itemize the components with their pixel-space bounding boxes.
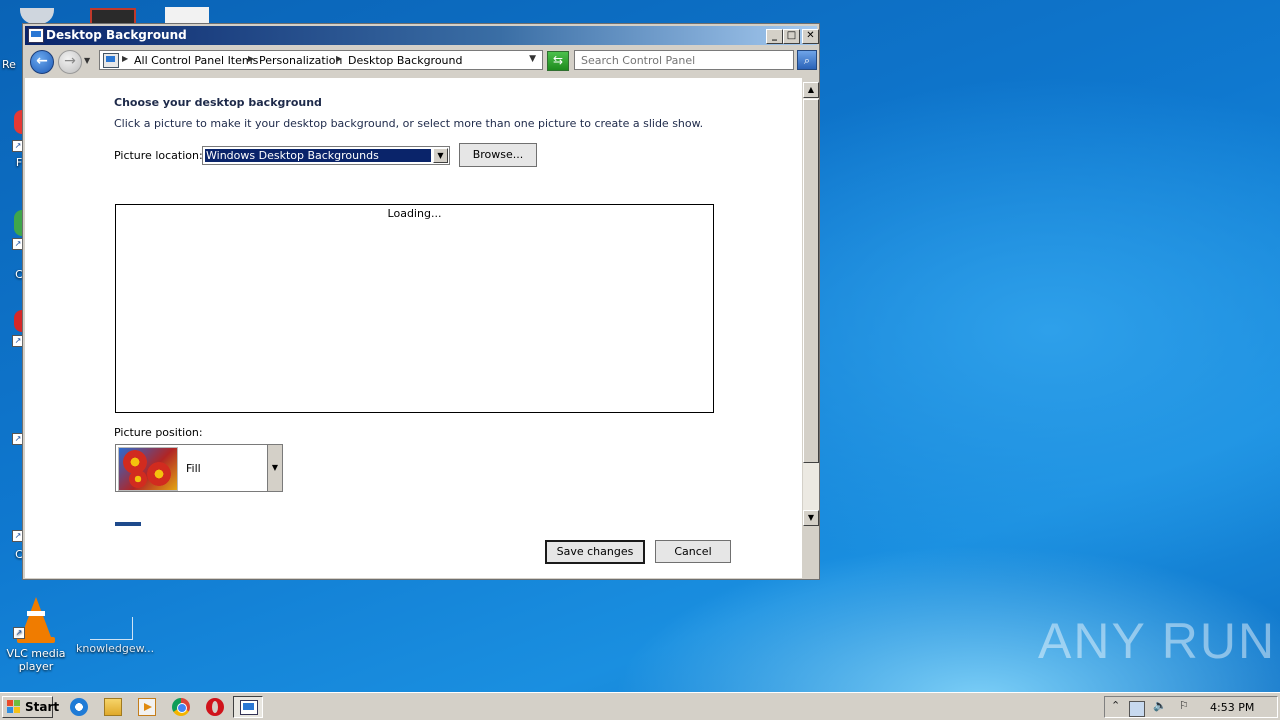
start-button[interactable]: Start: [2, 696, 59, 718]
desktop-icon-partial-document[interactable]: [165, 7, 209, 23]
shortcut-arrow-icon: ↗: [13, 627, 25, 639]
vertical-scrollbar[interactable]: ▲ ▼: [803, 82, 819, 526]
scroll-down-arrow-icon[interactable]: ▼: [803, 510, 819, 526]
picture-location-value: Windows Desktop Backgrounds: [205, 149, 431, 162]
control-panel-icon: [240, 700, 258, 715]
opera-icon[interactable]: [206, 698, 224, 716]
maximize-button[interactable]: □: [783, 29, 800, 44]
gallery-loading-text: Loading...: [387, 207, 442, 220]
picture-position-select[interactable]: Fill ▼: [115, 444, 283, 492]
windows-logo-icon: [7, 700, 21, 714]
media-player-icon[interactable]: [138, 698, 156, 716]
taskbar: Start ⌃ 🔈 ⚐ 4:53 PM: [0, 692, 1280, 720]
desktop-icon-vlc[interactable]: ↗ VLC media player: [1, 597, 71, 673]
navigation-bar: ← → ▼ ▶ All Control Panel Items ▶ Person…: [25, 48, 817, 74]
breadcrumb-personalization[interactable]: Personalization: [259, 54, 342, 67]
breadcrumb-separator-icon[interactable]: ▶: [122, 54, 128, 63]
desktop-icon-knowledgew[interactable]: knowledgew...: [76, 617, 155, 655]
desktop-icon-vlc-label: VLC media player: [6, 647, 66, 673]
page-description: Click a picture to make it your desktop …: [114, 117, 704, 130]
scroll-up-arrow-icon[interactable]: ▲: [803, 82, 819, 98]
anyrun-watermark: ANY RUN: [1038, 613, 1277, 669]
breadcrumb-all-control-panel-items[interactable]: All Control Panel Items: [134, 54, 258, 67]
title-bar[interactable]: Desktop Background _ □ ✕: [25, 26, 819, 45]
address-dropdown-icon[interactable]: ▼: [529, 54, 536, 64]
save-changes-button[interactable]: Save changes: [545, 540, 645, 564]
partial-color-swatch[interactable]: [115, 522, 141, 526]
show-hidden-icons-arrow[interactable]: ⌃: [1111, 699, 1120, 712]
close-button[interactable]: ✕: [802, 29, 819, 44]
picture-location-label: Picture location:: [114, 149, 203, 162]
forward-arrow-icon[interactable]: →: [58, 50, 82, 74]
clock[interactable]: 4:53 PM: [1210, 701, 1254, 714]
search-input[interactable]: [574, 50, 794, 70]
file-explorer-icon[interactable]: [104, 698, 122, 716]
control-panel-taskbar-button[interactable]: [233, 696, 263, 718]
blank-file-icon: [89, 617, 133, 640]
search-icon[interactable]: ⌕: [797, 50, 817, 70]
picture-location-select[interactable]: Windows Desktop Backgrounds ▼: [202, 146, 450, 165]
chevron-down-icon[interactable]: ▼: [433, 148, 448, 163]
volume-icon[interactable]: 🔈: [1153, 699, 1167, 712]
minimize-button[interactable]: _: [766, 29, 783, 44]
breadcrumb-desktop-background[interactable]: Desktop Background: [348, 54, 463, 67]
picture-gallery[interactable]: Loading...: [115, 204, 714, 413]
breadcrumb-separator-icon[interactable]: ▶: [248, 54, 254, 63]
control-panel-icon: [103, 53, 119, 68]
action-center-flag-icon[interactable]: ⚐: [1179, 699, 1189, 712]
recent-pages-chevron-icon[interactable]: ▼: [84, 56, 90, 65]
content-pane: Choose your desktop background Click a p…: [25, 78, 802, 578]
start-label: Start: [25, 700, 60, 714]
picture-position-value: Fill: [186, 462, 201, 475]
chevron-down-icon[interactable]: ▼: [267, 445, 282, 491]
picture-position-label: Picture position:: [114, 426, 203, 439]
scroll-thumb[interactable]: [803, 99, 819, 463]
internet-explorer-icon[interactable]: [70, 698, 88, 716]
partial-icon-red-2[interactable]: [14, 310, 22, 332]
window-title: Desktop Background: [46, 28, 187, 42]
network-icon[interactable]: [1129, 701, 1145, 717]
page-heading: Choose your desktop background: [114, 96, 322, 109]
vlc-cone-icon: [1, 597, 71, 643]
partial-icon-red[interactable]: [14, 110, 22, 134]
refresh-icon[interactable]: ⇆: [547, 51, 569, 71]
partial-icon-green[interactable]: [14, 210, 22, 236]
back-arrow-icon[interactable]: ←: [30, 50, 54, 74]
desktop-icon-knowledgew-label: knowledgew...: [76, 642, 155, 655]
browse-button[interactable]: Browse...: [459, 143, 537, 167]
desktop-background-window: Desktop Background _ □ ✕ ← → ▼ ▶ All Con…: [22, 23, 820, 580]
control-panel-icon: [28, 28, 44, 43]
address-bar[interactable]: ▶ All Control Panel Items ▶ Personalizat…: [99, 50, 543, 70]
fill-position-thumbnail: [118, 447, 178, 491]
system-tray: ⌃ 🔈 ⚐ 4:53 PM: [1104, 696, 1278, 718]
chrome-icon[interactable]: [172, 698, 190, 716]
desktop-icon-partial-top-left[interactable]: [20, 8, 54, 24]
cancel-button[interactable]: Cancel: [655, 540, 731, 563]
breadcrumb-separator-icon[interactable]: ▶: [336, 54, 342, 63]
